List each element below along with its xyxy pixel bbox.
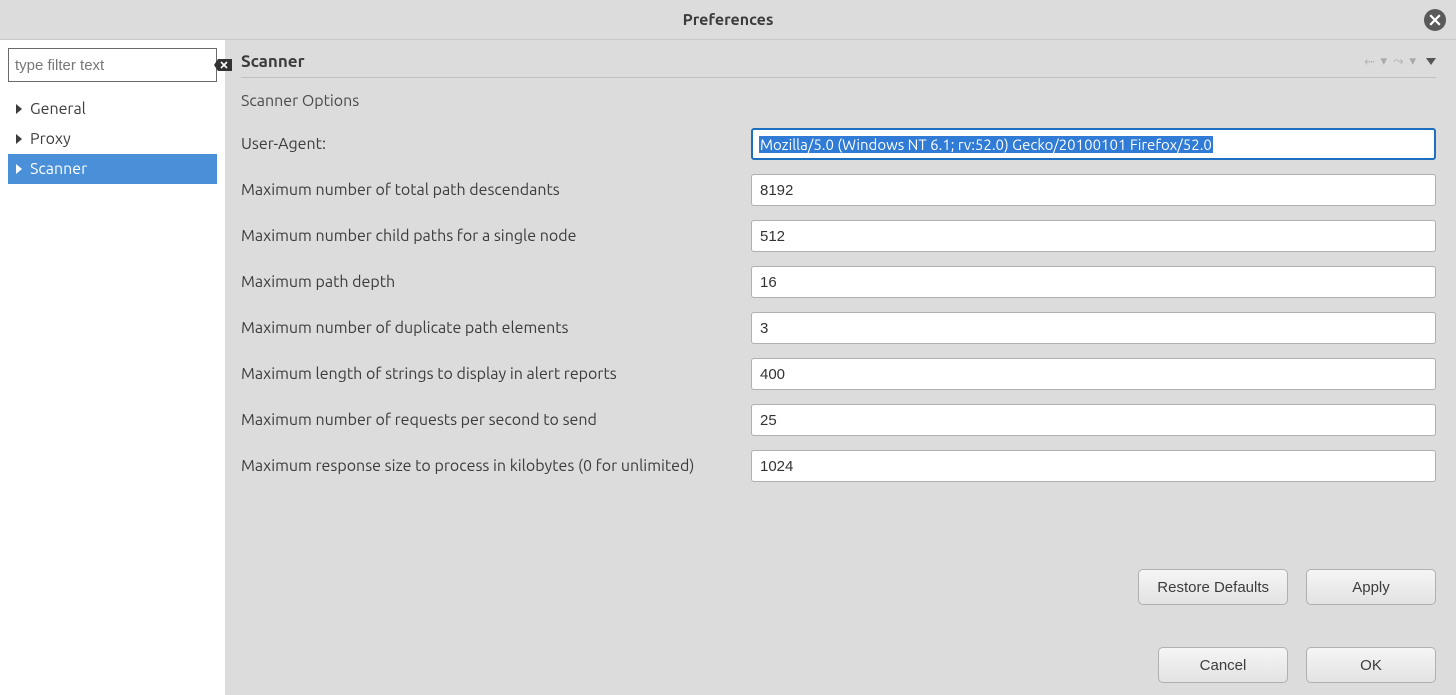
tree-item-label: Proxy — [30, 130, 71, 148]
sidebar: General Proxy Scanner — [0, 40, 225, 695]
apply-button[interactable]: Apply — [1306, 569, 1436, 605]
row-max-rps: Maximum number of requests per second to… — [241, 404, 1436, 436]
input-max-rps[interactable] — [751, 404, 1436, 436]
input-max-depth[interactable] — [751, 266, 1436, 298]
row-max-response-size: Maximum response size to process in kilo… — [241, 450, 1436, 482]
ok-button[interactable]: OK — [1306, 647, 1436, 683]
row-user-agent: User-Agent: Mozilla/5.0 (Windows NT 6.1;… — [241, 128, 1436, 160]
category-tree: General Proxy Scanner — [8, 94, 217, 184]
section-label: Scanner Options — [241, 92, 1436, 110]
label-max-depth: Maximum path depth — [241, 273, 751, 291]
options-form: User-Agent: Mozilla/5.0 (Windows NT 6.1;… — [241, 128, 1436, 482]
input-max-duplicates[interactable] — [751, 312, 1436, 344]
input-max-child-paths[interactable] — [751, 220, 1436, 252]
nav-forward-icon[interactable]: ⤳ — [1393, 54, 1403, 69]
dialog-button-row: Cancel OK — [241, 627, 1436, 683]
nav-forward-menu-icon[interactable]: ▾ — [1409, 54, 1416, 69]
input-user-agent[interactable]: Mozilla/5.0 (Windows NT 6.1; rv:52.0) Ge… — [751, 128, 1436, 160]
page-title: Scanner — [241, 52, 305, 71]
label-max-rps: Maximum number of requests per second to… — [241, 411, 751, 429]
row-max-child-paths: Maximum number child paths for a single … — [241, 220, 1436, 252]
label-max-child-paths: Maximum number child paths for a single … — [241, 227, 751, 245]
input-max-string-length[interactable] — [751, 358, 1436, 390]
title-bar: Preferences — [0, 0, 1456, 40]
main-panel: Scanner ⬸ ▾ ⤳ ▾ Scanner Options User-Age… — [225, 40, 1456, 695]
panel-button-row: Restore Defaults Apply — [241, 549, 1436, 605]
input-max-descendants[interactable] — [751, 174, 1436, 206]
window-title: Preferences — [683, 11, 774, 29]
nav-back-menu-icon[interactable]: ▾ — [1381, 54, 1388, 69]
expand-icon — [16, 134, 22, 144]
tree-item-scanner[interactable]: Scanner — [8, 154, 217, 184]
tree-item-label: General — [30, 100, 86, 118]
expand-icon — [16, 104, 22, 114]
label-max-response-size: Maximum response size to process in kilo… — [241, 457, 751, 475]
close-button[interactable] — [1424, 9, 1446, 31]
tree-item-general[interactable]: General — [8, 94, 217, 124]
restore-defaults-button[interactable]: Restore Defaults — [1138, 569, 1288, 605]
input-max-response-size[interactable] — [751, 450, 1436, 482]
cancel-button[interactable]: Cancel — [1158, 647, 1288, 683]
view-menu-icon[interactable] — [1426, 58, 1436, 65]
row-max-descendants: Maximum number of total path descendants — [241, 174, 1436, 206]
close-icon — [1429, 14, 1441, 26]
filter-field-wrap — [8, 48, 217, 82]
main-header: Scanner ⬸ ▾ ⤳ ▾ — [241, 52, 1436, 78]
label-max-duplicates: Maximum number of duplicate path element… — [241, 319, 751, 337]
expand-icon — [16, 164, 22, 174]
label-max-descendants: Maximum number of total path descendants — [241, 181, 751, 199]
tree-item-proxy[interactable]: Proxy — [8, 124, 217, 154]
nav-toolbar: ⬸ ▾ ⤳ ▾ — [1364, 54, 1436, 69]
label-user-agent: User-Agent: — [241, 135, 751, 153]
input-user-agent-value: Mozilla/5.0 (Windows NT 6.1; rv:52.0) Ge… — [759, 136, 1213, 153]
row-max-depth: Maximum path depth — [241, 266, 1436, 298]
row-max-duplicates: Maximum number of duplicate path element… — [241, 312, 1436, 344]
nav-back-icon[interactable]: ⬸ — [1364, 54, 1374, 69]
filter-input[interactable] — [15, 57, 214, 74]
row-max-string-length: Maximum length of strings to display in … — [241, 358, 1436, 390]
tree-item-label: Scanner — [30, 160, 87, 178]
label-max-string-length: Maximum length of strings to display in … — [241, 365, 751, 383]
